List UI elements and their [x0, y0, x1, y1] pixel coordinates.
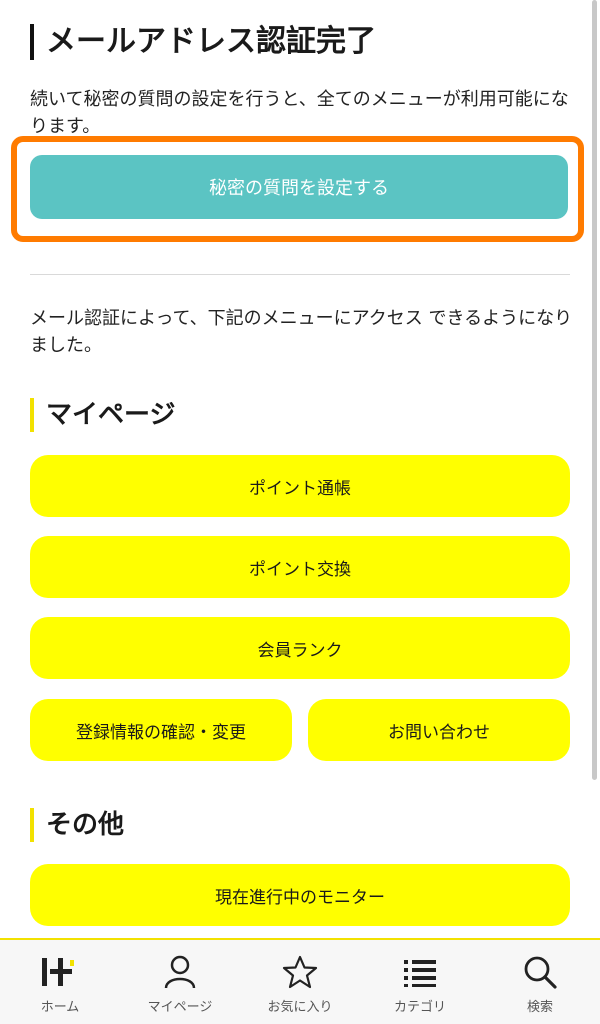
point-passbook-button[interactable]: ポイント通帳 [30, 455, 570, 517]
home-logo-icon [40, 954, 80, 990]
tab-label-home: ホーム [40, 1000, 80, 1015]
tab-favorites[interactable]: お気に入り [240, 940, 360, 1024]
scrollbar[interactable] [592, 0, 597, 780]
section-heading-other: その他 [30, 808, 124, 842]
contact-button[interactable]: お問い合わせ [308, 699, 570, 761]
search-icon [520, 954, 560, 990]
point-exchange-button[interactable]: ポイント交換 [30, 536, 570, 598]
divider [30, 274, 570, 275]
page-title: メールアドレス認証完了 [30, 24, 376, 60]
tab-label-category: カテゴリ [393, 1000, 446, 1015]
registration-info-button[interactable]: 登録情報の確認・変更 [30, 699, 292, 761]
section-heading-mypage: マイページ [30, 398, 175, 432]
list-icon [400, 954, 440, 990]
person-icon [160, 954, 200, 990]
set-secret-question-button[interactable]: 秘密の質問を設定する [30, 155, 568, 219]
access-text: メール認証によって、下記のメニューにアクセス できるようになりました。 [30, 308, 573, 356]
page: メールアドレス認証完了 続いて秘密の質問の設定を行うと、全てのメニューが利用可能… [0, 0, 600, 1024]
member-rank-button[interactable]: 会員ランク [30, 617, 570, 679]
tab-label-favorites: お気に入り [267, 1000, 333, 1015]
tab-home[interactable]: ホーム [0, 940, 120, 1024]
tab-label-search: 検索 [526, 1000, 553, 1015]
tab-search[interactable]: 検索 [480, 940, 600, 1024]
tab-category[interactable]: カテゴリ [360, 940, 480, 1024]
tab-mypage[interactable]: マイページ [120, 940, 240, 1024]
bottom-tab-bar: ホーム マイページ お気に入り カテゴリ 検索 [0, 938, 600, 1024]
tab-label-mypage: マイページ [147, 1000, 213, 1015]
star-icon [280, 954, 320, 990]
current-monitor-button[interactable]: 現在進行中のモニター [30, 864, 570, 926]
intro-text: 続いて秘密の質問の設定を行うと、全てのメニューが利用可能になります。 [30, 89, 569, 137]
